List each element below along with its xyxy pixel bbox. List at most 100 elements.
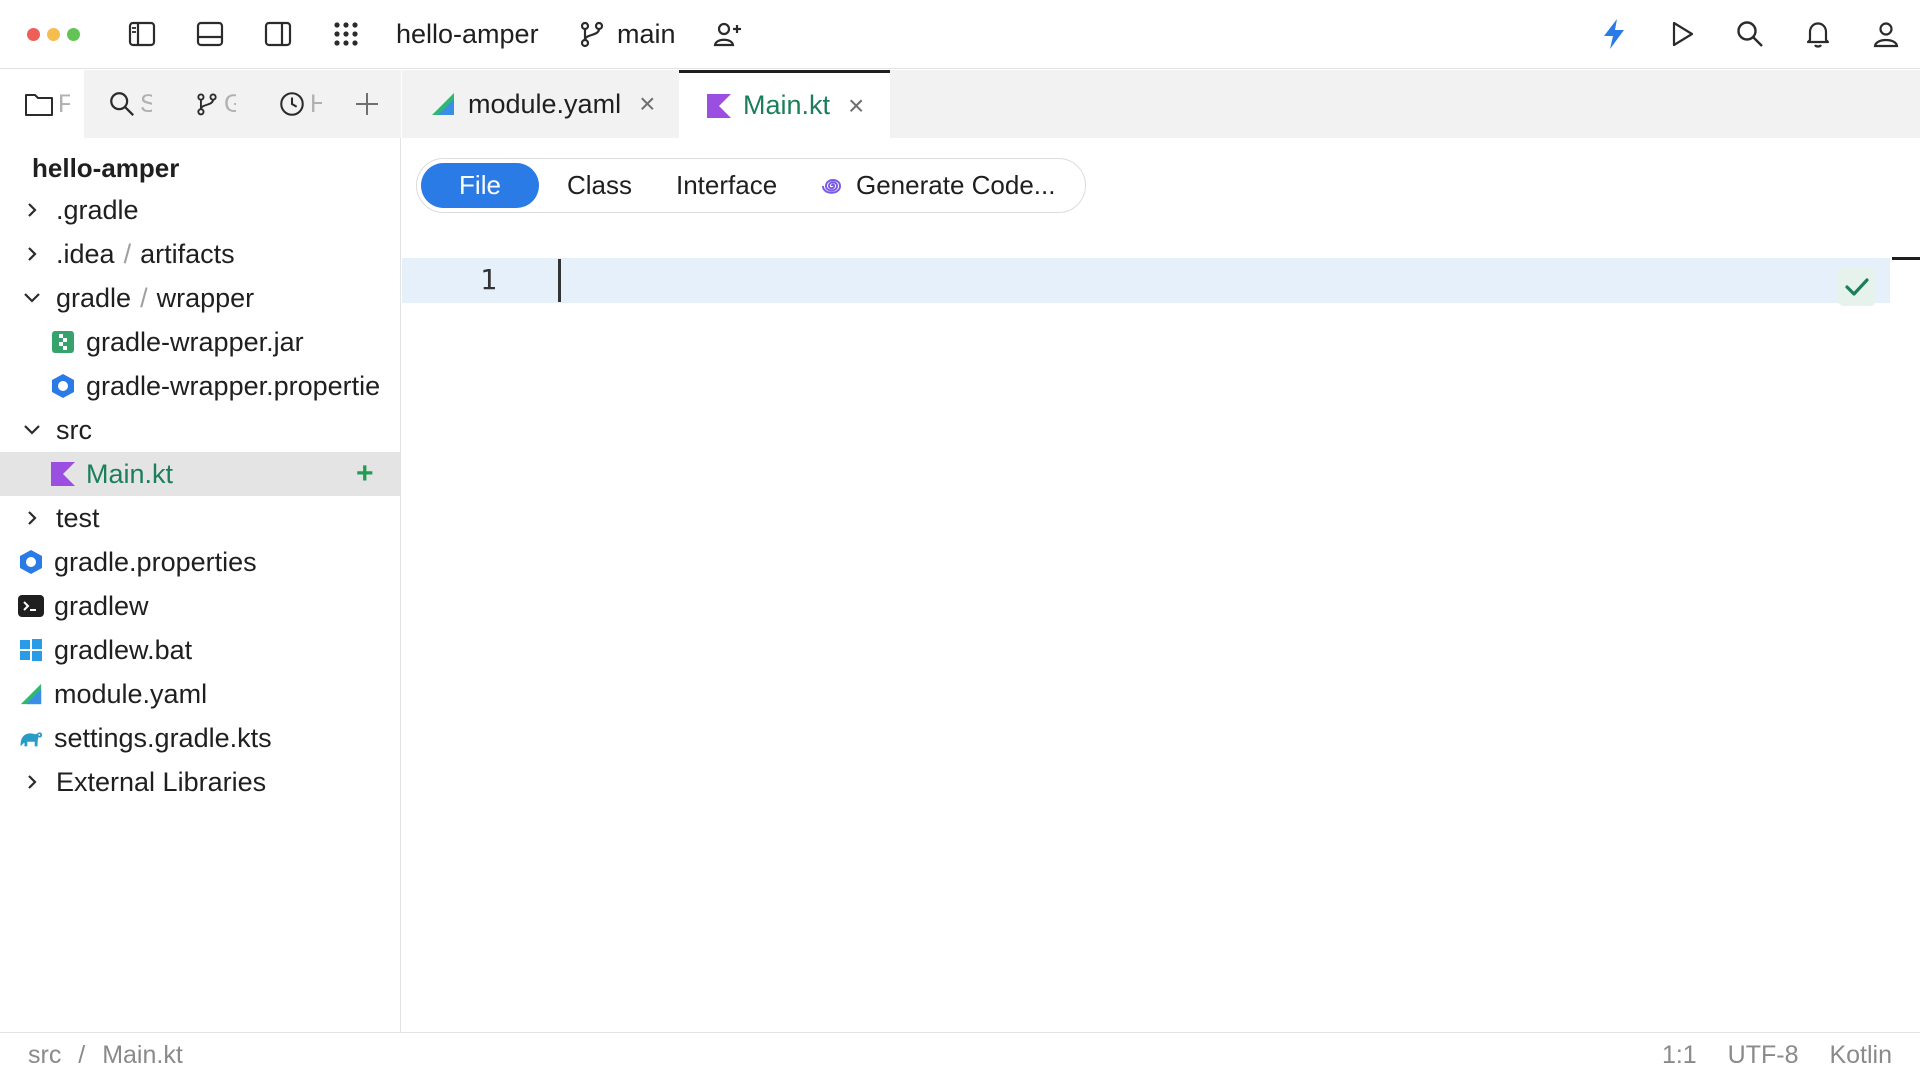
tree-item-gradlew-bat[interactable]: gradlew.bat: [0, 628, 400, 672]
tree-item-label: gradle.properties: [54, 546, 257, 577]
breadcrumb-dir[interactable]: src: [28, 1041, 61, 1069]
inspection-ok-icon[interactable]: [1838, 268, 1876, 306]
tab-search-label: S: [140, 89, 152, 118]
status-bar: src / Main.kt 1:1 UTF-8 Kotlin: [0, 1032, 1920, 1080]
tab-git-label: G: [224, 89, 236, 118]
account-icon[interactable]: [1866, 14, 1906, 54]
close-window-button[interactable]: [27, 28, 40, 41]
text-caret: [558, 259, 561, 302]
tree-item-label: gradle-wrapper.jar: [86, 326, 304, 357]
tree-item-gradle-properties[interactable]: gradle.properties: [0, 540, 400, 584]
chevron-down-icon[interactable]: [22, 288, 42, 308]
tree-item-label: src: [56, 414, 92, 445]
project-tree-panel: hello-amper .gradle .idea / artifacts gr…: [0, 138, 401, 1032]
tab-history-label: H: [310, 89, 322, 118]
tree-item-label: .gradle: [56, 194, 139, 225]
notifications-bell-icon[interactable]: [1798, 14, 1838, 54]
tab-search[interactable]: S: [108, 70, 168, 138]
new-class-option[interactable]: Class: [567, 159, 632, 212]
project-name-menu[interactable]: hello-amper: [396, 16, 539, 52]
vcs-added-icon: +: [356, 457, 374, 490]
lightning-icon[interactable]: [1594, 14, 1634, 54]
current-line-highlight: [402, 258, 1890, 303]
terminal-icon: [18, 593, 44, 619]
tab-files[interactable]: F: [0, 70, 84, 138]
tree-item-dot-gradle[interactable]: .gradle: [0, 188, 400, 232]
folder-icon: [25, 94, 53, 116]
tab-module-yaml[interactable]: module.yaml ×: [402, 70, 678, 138]
tree-item-label: gradlew.bat: [54, 634, 193, 665]
git-branch-icon: [197, 93, 217, 116]
toggle-right-panel-icon[interactable]: [258, 14, 298, 54]
properties-icon: [50, 373, 76, 399]
close-tab-icon[interactable]: ×: [639, 88, 655, 120]
tree-item-settings-gradle-kts[interactable]: settings.gradle.kts: [0, 716, 400, 760]
tree-item-test[interactable]: test: [0, 496, 400, 540]
apps-grid-icon[interactable]: [326, 14, 366, 54]
file-encoding[interactable]: UTF-8: [1728, 1041, 1799, 1069]
tab-files-label: F: [58, 89, 70, 118]
tree-item-label: gradle-wrapper.propertie: [86, 370, 381, 401]
tree-item-suffix: artifacts: [140, 238, 235, 269]
tab-module-yaml-label: module.yaml: [468, 88, 622, 119]
tab-git[interactable]: G: [194, 70, 254, 138]
amper-icon: [18, 681, 44, 707]
branch-selector[interactable]: main: [617, 16, 676, 52]
add-tool-tab-button[interactable]: [354, 70, 384, 138]
tree-item-label: gradlew: [54, 590, 149, 621]
tree-item-main-kt[interactable]: Main.kt +: [0, 452, 400, 496]
tree-item-label: test: [56, 502, 100, 533]
generate-code-label: Generate Code...: [856, 170, 1056, 200]
chevron-down-icon[interactable]: [22, 420, 42, 440]
chevron-right-icon[interactable]: [22, 200, 42, 220]
amper-icon: [432, 93, 454, 115]
chevron-right-icon[interactable]: [22, 508, 42, 528]
maximize-window-button[interactable]: [67, 28, 80, 41]
search-icon: [110, 92, 134, 116]
close-tab-icon[interactable]: ×: [848, 90, 864, 122]
minimize-window-button[interactable]: [47, 28, 60, 41]
tab-main-kt[interactable]: Main.kt ×: [679, 70, 890, 138]
breadcrumb-file[interactable]: Main.kt: [102, 1041, 183, 1069]
ai-spiral-icon: [822, 178, 842, 194]
tree-item-gradle-wrapper-properties[interactable]: gradle-wrapper.propertie: [0, 364, 400, 408]
tree-item-label: gradle: [56, 282, 132, 313]
project-root-title: hello-amper: [32, 153, 180, 183]
new-file-option[interactable]: File: [421, 163, 539, 208]
plus-icon: [356, 93, 378, 115]
new-interface-option[interactable]: Interface: [676, 159, 777, 212]
toggle-left-panel-icon[interactable]: [122, 14, 162, 54]
tree-item-idea[interactable]: .idea / artifacts: [0, 232, 400, 276]
generate-code-option[interactable]: Generate Code...: [818, 159, 1055, 212]
add-user-icon[interactable]: [708, 14, 748, 54]
status-widgets: 1:1 UTF-8 Kotlin: [1638, 1041, 1892, 1070]
toggle-bottom-panel-icon[interactable]: [190, 14, 230, 54]
tab-history[interactable]: H: [278, 70, 338, 138]
tree-item-label: Main.kt: [86, 458, 174, 489]
tree-item-gradle-wrapper-jar[interactable]: gradle-wrapper.jar: [0, 320, 400, 364]
title-bar: hello-amper main: [0, 0, 1920, 69]
git-branch-icon[interactable]: [572, 14, 612, 54]
chevron-right-icon[interactable]: [22, 244, 42, 264]
tree-item-src[interactable]: src: [0, 408, 400, 452]
properties-icon: [18, 549, 44, 575]
path-separator: /: [140, 282, 148, 313]
tree-item-suffix: wrapper: [156, 282, 255, 313]
tree-item-gradlew[interactable]: gradlew: [0, 584, 400, 628]
tree-item-module-yaml[interactable]: module.yaml: [0, 672, 400, 716]
kotlin-icon: [50, 461, 76, 487]
chevron-right-icon[interactable]: [22, 772, 42, 792]
file-language[interactable]: Kotlin: [1829, 1041, 1892, 1069]
run-icon[interactable]: [1662, 14, 1702, 54]
scrollbar-marker[interactable]: [1892, 257, 1920, 260]
line-number: 1: [480, 263, 497, 296]
tree-item-gradle[interactable]: gradle / wrapper: [0, 276, 400, 320]
search-icon[interactable]: [1730, 14, 1770, 54]
tool-window-tabs: F S G H: [0, 70, 401, 138]
tree-item-label: External Libraries: [56, 766, 267, 797]
editor-tabs: module.yaml × Main.kt ×: [402, 70, 1920, 138]
code-editor[interactable]: File Class Interface Generate Code... 1: [402, 138, 1920, 1032]
caret-position[interactable]: 1:1: [1662, 1041, 1697, 1069]
tree-item-external-libraries[interactable]: External Libraries: [0, 760, 400, 804]
kotlin-icon: [707, 93, 731, 118]
